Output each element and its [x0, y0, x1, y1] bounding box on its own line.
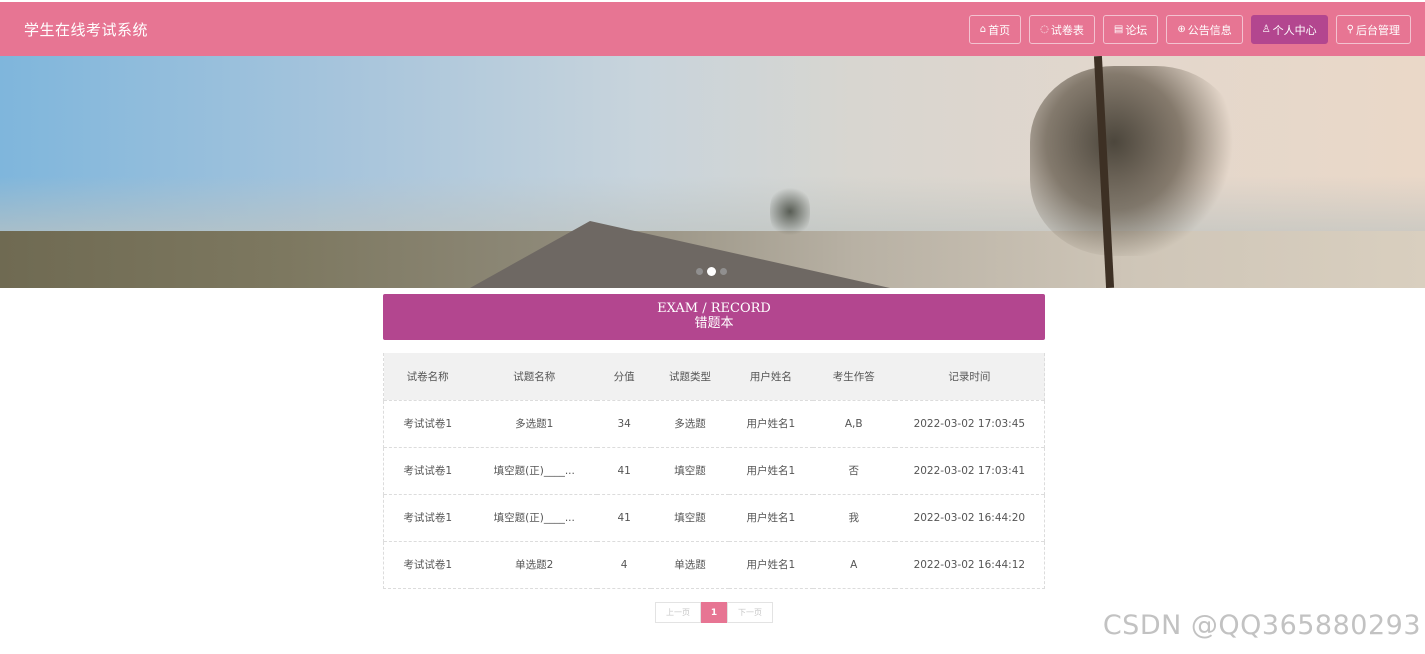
user-icon: ♙	[1261, 23, 1271, 35]
table-cell: 填空题(正)____...	[471, 446, 598, 494]
table-cell: 2022-03-02 17:03:45	[894, 399, 1045, 447]
column-header: 试题名称	[471, 353, 598, 400]
table-cell: 用户姓名1	[728, 540, 813, 589]
page-number-button[interactable]: 1	[701, 602, 727, 623]
nav-label: 试卷表	[1050, 23, 1084, 37]
table-cell: 多选题1	[471, 399, 598, 447]
banner-carousel[interactable]	[0, 56, 1425, 288]
table-cell: 否	[812, 446, 895, 494]
column-header: 考生作答	[812, 353, 895, 400]
nav-label: 后台管理	[1356, 23, 1400, 37]
table-row[interactable]: 考试试卷1 多选题1 34 多选题 用户姓名1 A,B 2022-03-02 1…	[383, 399, 1045, 447]
nav-label: 公告信息	[1187, 23, 1232, 37]
prev-page-button[interactable]: 上一页	[655, 602, 701, 623]
page: 学生在线考试系统 ⌂ 首页 ◌ 试卷表 ▤ 论坛 ⊕ 公告信息 ♙ 个人中心 ⚲…	[0, 0, 1425, 654]
nav-admin-button[interactable]: ⚲ 后台管理	[1335, 15, 1411, 44]
table-cell: A,B	[812, 399, 895, 447]
nav-papers-button[interactable]: ◌ 试卷表	[1029, 15, 1095, 44]
link-icon: ⚲	[1346, 23, 1354, 35]
section-title-en: EXAM / RECORD	[657, 301, 771, 316]
banner-tree-crown	[1030, 66, 1240, 256]
table-cell: 用户姓名1	[728, 446, 813, 494]
site-title: 学生在线考试系统	[24, 21, 149, 39]
table-header-row: 试卷名称 试题名称 分值 试题类型 用户姓名 考生作答 记录时间	[383, 353, 1045, 400]
column-header: 试题类型	[651, 353, 729, 400]
banner-small-tree	[770, 184, 810, 239]
column-header: 记录时间	[894, 353, 1045, 400]
table-cell: 4	[597, 540, 652, 589]
carousel-dot-active[interactable]	[707, 267, 716, 276]
table-cell: 填空题	[651, 493, 729, 541]
table-cell: 多选题	[651, 399, 729, 447]
table-row[interactable]: 考试试卷1 填空题(正)____... 41 填空题 用户姓名1 我 2022-…	[383, 493, 1045, 541]
carousel-dot[interactable]	[696, 268, 703, 275]
table-cell: A	[812, 540, 895, 589]
column-header: 试卷名称	[383, 353, 472, 400]
nav-label: 个人中心	[1272, 23, 1317, 37]
table-cell: 41	[597, 446, 652, 494]
table-cell: 用户姓名1	[728, 399, 813, 447]
table-cell: 考试试卷1	[383, 399, 472, 447]
nav-label: 首页	[988, 23, 1011, 37]
home-icon: ⌂	[979, 23, 987, 35]
nav-profile-button[interactable]: ♙ 个人中心	[1250, 15, 1328, 44]
table-cell: 2022-03-02 16:44:20	[894, 493, 1045, 541]
table-cell: 考试试卷1	[383, 493, 472, 541]
table-cell: 41	[597, 493, 652, 541]
table-cell: 我	[812, 493, 895, 541]
carousel-dot[interactable]	[720, 268, 727, 275]
column-header: 分值	[597, 353, 652, 400]
table-cell: 填空题(正)____...	[471, 493, 598, 541]
nav-notice-button[interactable]: ⊕ 公告信息	[1166, 15, 1243, 44]
table-row[interactable]: 考试试卷1 填空题(正)____... 41 填空题 用户姓名1 否 2022-…	[383, 446, 1045, 494]
section-title-cn: 错题本	[694, 316, 734, 331]
table-cell: 单选题	[651, 540, 729, 589]
table-cell: 考试试卷1	[383, 446, 472, 494]
next-page-button[interactable]: 下一页	[727, 602, 773, 623]
nav-forum-button[interactable]: ▤ 论坛	[1102, 15, 1159, 44]
table-cell: 34	[597, 399, 652, 447]
watermark: CSDN @QQ365880293	[1102, 610, 1421, 641]
forum-icon: ▤	[1113, 23, 1124, 35]
nav-home-button[interactable]: ⌂ 首页	[968, 15, 1022, 44]
table-row[interactable]: 考试试卷1 单选题2 4 单选题 用户姓名1 A 2022-03-02 16:4…	[383, 540, 1045, 589]
table-cell: 单选题2	[471, 540, 598, 589]
main-nav: ⌂ 首页 ◌ 试卷表 ▤ 论坛 ⊕ 公告信息 ♙ 个人中心 ⚲ 后台管理	[968, 15, 1411, 44]
banner-road	[470, 221, 890, 288]
table-cell: 2022-03-02 16:44:12	[894, 540, 1045, 589]
top-navbar: 学生在线考试系统 ⌂ 首页 ◌ 试卷表 ▤ 论坛 ⊕ 公告信息 ♙ 个人中心 ⚲…	[0, 2, 1425, 56]
wrong-question-table: 试卷名称 试题名称 分值 试题类型 用户姓名 考生作答 记录时间 考试试卷1 多…	[383, 353, 1045, 589]
table-cell: 用户姓名1	[728, 493, 813, 541]
table-cell: 填空题	[651, 446, 729, 494]
section-header: EXAM / RECORD 错题本	[383, 294, 1045, 340]
notice-icon: ⊕	[1177, 23, 1186, 35]
paper-icon: ◌	[1040, 23, 1049, 35]
nav-label: 论坛	[1125, 23, 1148, 37]
column-header: 用户姓名	[728, 353, 813, 400]
table-cell: 2022-03-02 17:03:41	[894, 446, 1045, 494]
table-cell: 考试试卷1	[383, 540, 472, 589]
pagination: 上一页 1 下一页	[655, 602, 773, 623]
carousel-indicators	[696, 267, 727, 276]
